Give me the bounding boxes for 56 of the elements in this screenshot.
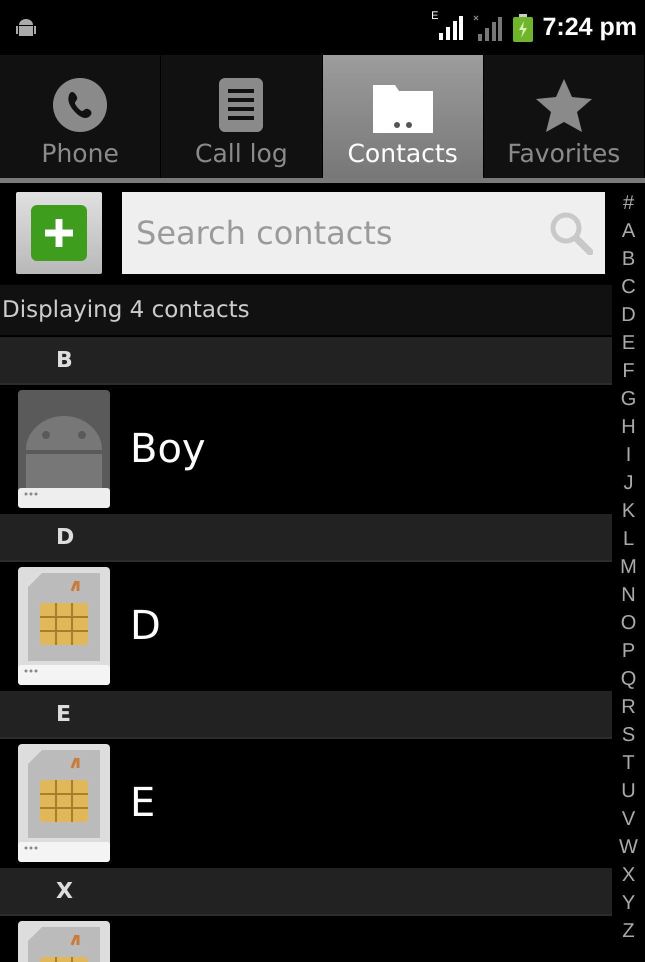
index-letter[interactable]: N (621, 581, 636, 609)
tab[interactable]: Contacts (322, 55, 484, 178)
index-letter[interactable]: B (622, 245, 636, 273)
index-letter[interactable]: # (622, 189, 634, 217)
index-letter[interactable]: E (622, 329, 636, 357)
contact-count-label: Displaying 4 contacts (0, 285, 612, 335)
contact-name[interactable]: E (130, 780, 156, 826)
contact-name[interactable]: D (130, 602, 161, 648)
phone-icon (52, 77, 108, 133)
no-signal-icon (472, 14, 503, 40)
network-type-label: E (431, 10, 439, 22)
index-letter[interactable]: Q (620, 665, 636, 693)
index-letter[interactable]: C (621, 273, 636, 301)
list-icon (218, 77, 264, 133)
index-letter[interactable]: S (622, 721, 636, 749)
index-letter[interactable]: G (620, 385, 636, 413)
section-header: E (0, 689, 612, 739)
index-letter[interactable]: R (621, 693, 636, 721)
section-header: B (0, 335, 612, 385)
signal-icon (438, 16, 463, 40)
sim-card-avatar-icon (18, 566, 110, 684)
folder-icon (372, 85, 433, 133)
index-letter[interactable]: A (622, 217, 636, 245)
tab[interactable]: Favorites (484, 55, 645, 178)
index-letter[interactable]: U (621, 777, 636, 805)
tab[interactable]: Phone (0, 55, 162, 178)
index-letter[interactable]: L (622, 525, 634, 553)
sim-card-avatar-icon (18, 744, 110, 862)
tab[interactable]: Call log (161, 55, 322, 178)
plus-icon (31, 205, 87, 261)
index-letter[interactable]: M (620, 553, 637, 581)
search-icon (549, 211, 593, 255)
index-letter[interactable]: K (622, 497, 636, 525)
section-header: D (0, 512, 612, 562)
battery-icon (512, 14, 533, 42)
index-letter[interactable]: Y (622, 889, 636, 917)
index-letter[interactable]: W (619, 833, 638, 861)
contact-name[interactable]: Boy (130, 426, 206, 472)
index-letter[interactable]: P (622, 637, 636, 665)
index-letter[interactable]: I (626, 441, 632, 469)
index-letter[interactable]: V (622, 805, 636, 833)
index-letter[interactable]: O (620, 609, 636, 637)
android-icon (16, 16, 36, 38)
search-field[interactable]: Search contacts (122, 192, 605, 274)
add-contact-button[interactable] (16, 192, 102, 274)
index-letter[interactable]: H (621, 413, 636, 441)
clock-time: 7:24 pm (542, 13, 637, 42)
index-letter[interactable]: F (622, 357, 635, 385)
section-header: X (0, 866, 612, 916)
index-letter[interactable]: T (622, 749, 635, 777)
index-letter[interactable]: Z (622, 917, 635, 945)
android-avatar-icon (18, 390, 110, 508)
index-letter[interactable]: J (624, 469, 634, 497)
index-letter[interactable]: D (621, 301, 636, 329)
star-icon (536, 79, 592, 133)
index-letter[interactable]: X (622, 861, 636, 889)
